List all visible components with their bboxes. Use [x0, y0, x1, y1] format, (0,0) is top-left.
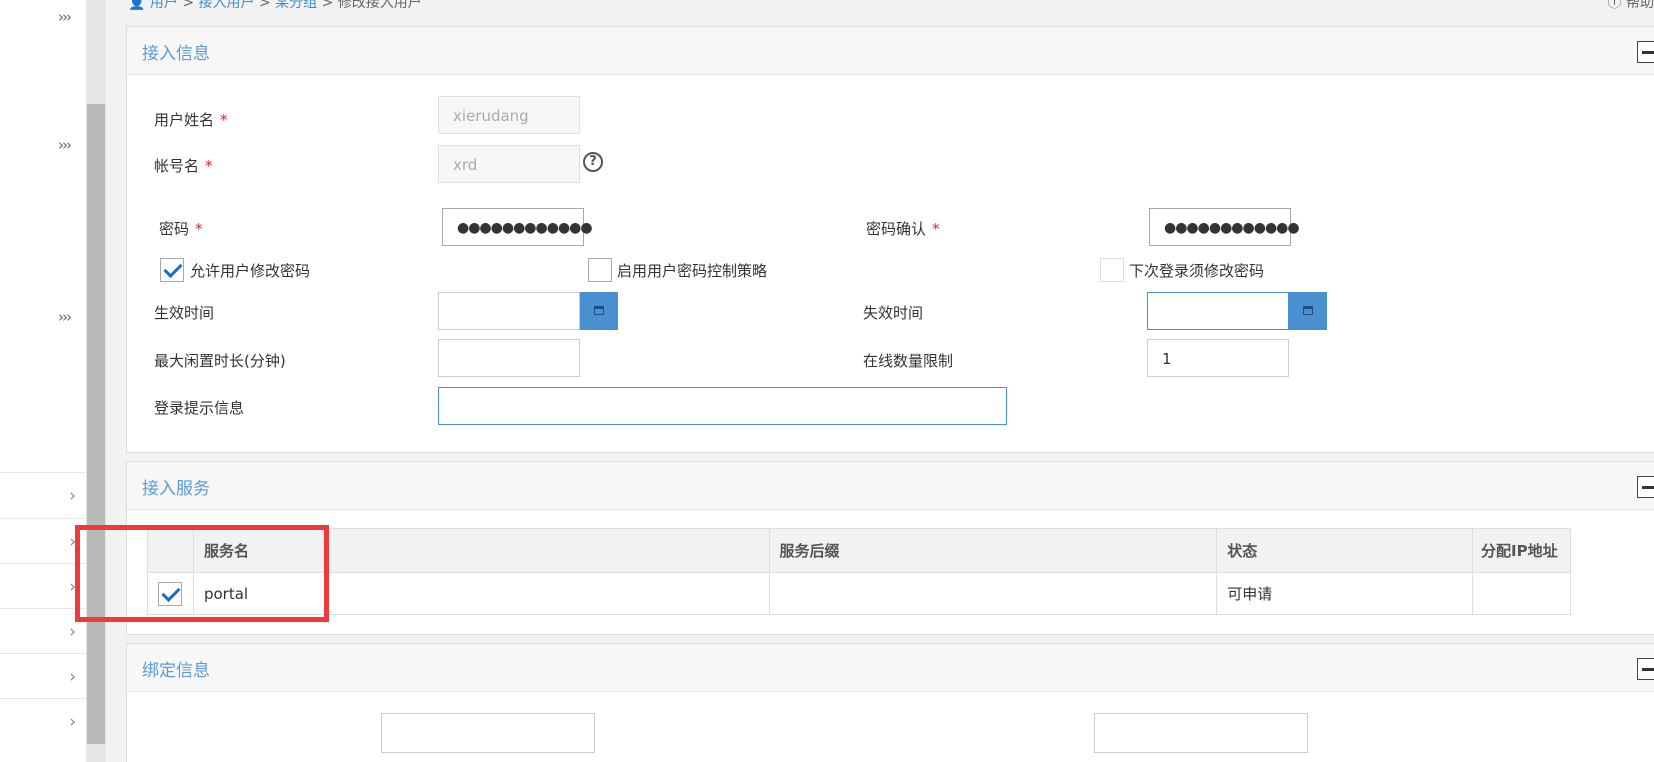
scrollbar-thumb[interactable]: [87, 104, 105, 744]
collapse-icon[interactable]: [1637, 476, 1654, 498]
column-header-assigned-ip: 分配IP地址: [1472, 528, 1571, 573]
highlight-annotation: [75, 525, 329, 622]
panel-header: 接入服务: [127, 462, 1654, 510]
breadcrumb-link-group[interactable]: 某分组: [275, 0, 317, 11]
breadcrumb-current: 修改接入用户: [337, 0, 422, 11]
binding-field[interactable]: [1094, 713, 1308, 753]
expire-time-label: 失效时间: [863, 304, 924, 322]
allow-change-password-checkbox[interactable]: [160, 258, 184, 282]
collapse-icon[interactable]: [1637, 41, 1654, 63]
breadcrumb-separator: >: [321, 0, 334, 11]
chevron-right-icon: ›: [69, 622, 76, 642]
breadcrumb-link-access-users[interactable]: 接入用户: [199, 0, 255, 11]
expand-arrows-icon[interactable]: ›››: [58, 308, 72, 326]
chevron-right-icon: ›: [69, 486, 76, 506]
column-header-status: 状态: [1216, 528, 1474, 573]
calendar-button[interactable]: [580, 292, 618, 330]
login-hint-field[interactable]: [438, 387, 1007, 425]
sidebar-item[interactable]: ›: [0, 518, 86, 565]
breadcrumb-link-users[interactable]: 用户: [150, 0, 178, 11]
main-content: 👤 用户 > 接入用户 > 某分组 > 修改接入用户 ⓘ 帮助 接入信息 用户姓…: [106, 0, 1654, 762]
chevron-right-icon: ›: [69, 712, 76, 732]
password-policy-checkbox[interactable]: [588, 258, 612, 282]
assigned-ip-cell: [1472, 572, 1571, 615]
expand-arrows-icon[interactable]: ›››: [58, 136, 72, 154]
expire-time-field[interactable]: [1147, 292, 1289, 330]
password-policy-label: 启用用户密码控制策略: [617, 262, 768, 280]
panel-title: 接入服务: [142, 479, 210, 499]
allow-change-password-label: 允许用户修改密码: [190, 262, 311, 280]
password-confirm-field[interactable]: ●●●●●●●●●●●●: [1149, 208, 1300, 246]
access-info-panel: 接入信息 用户姓名 * xierudang 帐号名 * xrd ? 密码 * ●●●●…: [126, 26, 1654, 453]
chevron-right-icon: ›: [69, 667, 76, 687]
table-row[interactable]: portal 可申请: [147, 572, 1571, 615]
login-hint-label: 登录提示信息: [154, 399, 245, 417]
sidebar-item[interactable]: ›: [0, 563, 86, 610]
question-icon[interactable]: ?: [583, 152, 603, 172]
effective-time-label: 生效时间: [154, 304, 215, 322]
breadcrumb-separator: >: [182, 0, 195, 11]
service-table: 服务名 服务后缀 状态 分配IP地址 portal 可申请: [147, 528, 1571, 615]
max-idle-label: 最大闲置时长(分钟): [154, 352, 286, 370]
service-suffix-cell: [768, 572, 1218, 615]
collapse-icon[interactable]: [1637, 658, 1654, 680]
panel-header: 绑定信息: [127, 644, 1654, 692]
panel-header: 接入信息: [127, 27, 1654, 75]
sidebar-item[interactable]: ›: [0, 653, 86, 700]
sidebar-item[interactable]: ›: [0, 608, 86, 655]
help-link[interactable]: ⓘ 帮助: [1608, 0, 1654, 12]
password-field[interactable]: ●●●●●●●●●●●●: [442, 208, 593, 246]
must-change-next-login-label: 下次登录须修改密码: [1129, 262, 1265, 280]
max-idle-field[interactable]: [438, 339, 580, 377]
binding-info-panel: 绑定信息: [126, 643, 1654, 762]
panel-title: 绑定信息: [142, 661, 210, 681]
binding-field[interactable]: [381, 713, 595, 753]
access-service-panel: 接入服务 服务名 服务后缀 状态 分配IP地址 portal 可申请: [126, 461, 1654, 635]
left-sidebar: ››› ››› ››› › › › › › ›: [0, 0, 86, 762]
calendar-icon: [594, 306, 604, 315]
account-field[interactable]: xrd: [438, 145, 580, 183]
effective-time-field[interactable]: [438, 292, 580, 330]
calendar-button[interactable]: [1289, 292, 1327, 330]
username-label: 用户姓名 *: [154, 111, 228, 129]
account-label: 帐号名 *: [154, 157, 213, 175]
breadcrumb: 👤 用户 > 接入用户 > 某分组 > 修改接入用户: [128, 0, 422, 12]
online-limit-field[interactable]: 1: [1147, 339, 1289, 377]
panel-title: 接入信息: [142, 44, 210, 64]
password-label: 密码 *: [159, 220, 203, 238]
table-header-row: 服务名 服务后缀 状态 分配IP地址: [147, 528, 1571, 573]
expand-arrows-icon[interactable]: ›››: [58, 8, 72, 26]
status-cell: 可申请: [1216, 572, 1474, 615]
column-header-service-suffix: 服务后缀: [768, 528, 1218, 573]
online-limit-label: 在线数量限制: [863, 352, 954, 370]
password-confirm-label: 密码确认 *: [866, 220, 940, 238]
must-change-next-login-checkbox[interactable]: [1100, 258, 1124, 282]
user-icon: 👤: [128, 0, 146, 11]
breadcrumb-separator: >: [258, 0, 271, 11]
calendar-icon: [1303, 306, 1313, 315]
sidebar-item[interactable]: ›: [0, 698, 86, 745]
sidebar-item[interactable]: ›: [0, 472, 86, 519]
username-field[interactable]: xierudang: [438, 96, 580, 134]
